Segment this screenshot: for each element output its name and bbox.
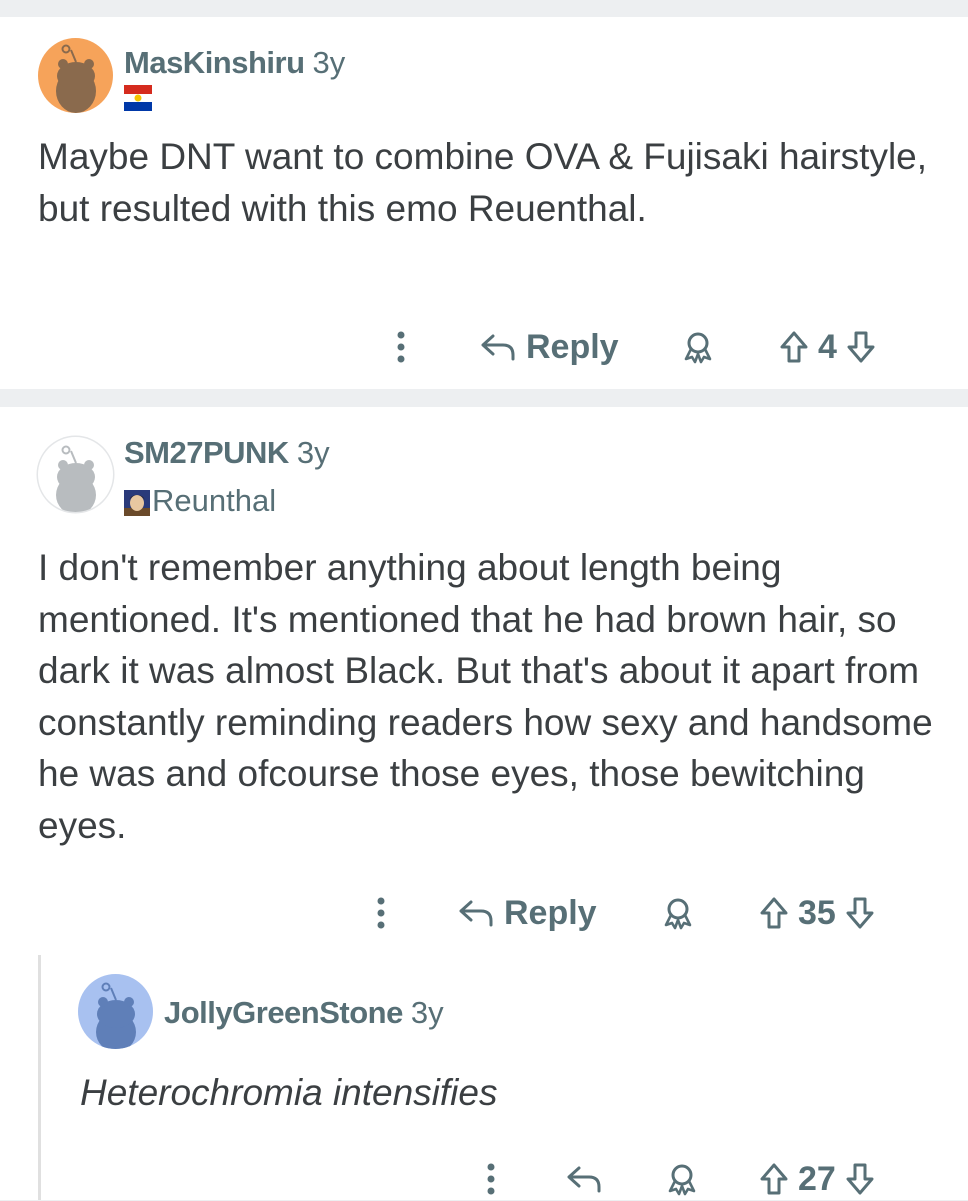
reply-button[interactable]: Reply [480, 325, 619, 369]
award-button[interactable] [660, 891, 696, 935]
avatar[interactable] [38, 38, 113, 113]
vote-controls: 35 [758, 891, 876, 935]
reply-button[interactable] [566, 1157, 602, 1201]
vertical-dots-icon [397, 331, 405, 363]
flag-icon [124, 85, 152, 111]
award-icon [668, 1164, 696, 1196]
more-options-button[interactable] [480, 1157, 502, 1201]
avatar[interactable] [38, 437, 113, 512]
comment-actions: 27 [480, 1157, 910, 1201]
downvote-icon[interactable] [845, 329, 877, 365]
downvote-icon[interactable] [844, 895, 876, 931]
avatar[interactable] [78, 974, 153, 1049]
vote-score: 4 [818, 327, 837, 366]
thread-line[interactable] [38, 955, 41, 1200]
upvote-icon[interactable] [758, 895, 790, 931]
snoo-avatar-icon [56, 445, 96, 512]
award-button[interactable] [680, 325, 716, 369]
award-icon [664, 898, 692, 930]
flair-text: Reunthal [152, 483, 277, 518]
vote-controls: 27 [758, 1157, 876, 1201]
more-options-button[interactable] [390, 325, 412, 369]
vote-score: 27 [798, 1159, 836, 1198]
vote-score: 35 [798, 893, 836, 932]
comment-age: 3y [312, 45, 346, 80]
comment-username[interactable]: SM27PUNK 3y [124, 435, 330, 471]
comment-actions: Reply 35 [370, 891, 910, 935]
comment-body: Maybe DNT want to combine OVA & Fujisaki… [38, 136, 928, 229]
comment-age: 3y [296, 435, 330, 470]
award-icon [684, 332, 712, 364]
downvote-icon[interactable] [844, 1161, 876, 1197]
reply-arrow-icon [459, 900, 493, 927]
user-flair: Reunthal [124, 483, 276, 519]
comment-body: I don't remember anything about length b… [38, 547, 933, 846]
vertical-dots-icon [487, 1163, 495, 1195]
comment-card: MasKinshiru 3y Maybe DNT want to combine … [0, 17, 968, 389]
comment-actions: Reply 4 [390, 325, 910, 369]
comment-username[interactable]: MasKinshiru 3y [124, 45, 345, 81]
vote-controls: 4 [778, 325, 877, 369]
flair-portrait-icon [124, 488, 150, 516]
award-button[interactable] [664, 1157, 700, 1201]
reply-arrow-icon [481, 334, 515, 361]
upvote-icon[interactable] [778, 329, 810, 365]
comment-body: Heterochromia intensifies [80, 1072, 498, 1113]
upvote-icon[interactable] [758, 1161, 790, 1197]
comment-card: SM27PUNK 3y Reunthal I don't remember any… [0, 407, 968, 1200]
reply-button[interactable]: Reply [458, 891, 597, 935]
more-options-button[interactable] [370, 891, 392, 935]
reply-arrow-icon [567, 1166, 601, 1193]
snoo-avatar-icon [96, 982, 136, 1049]
comment-age: 3y [410, 995, 444, 1030]
snoo-avatar-icon [56, 44, 96, 113]
vertical-dots-icon [377, 897, 385, 929]
comment-username[interactable]: JollyGreenStone 3y [164, 995, 444, 1031]
